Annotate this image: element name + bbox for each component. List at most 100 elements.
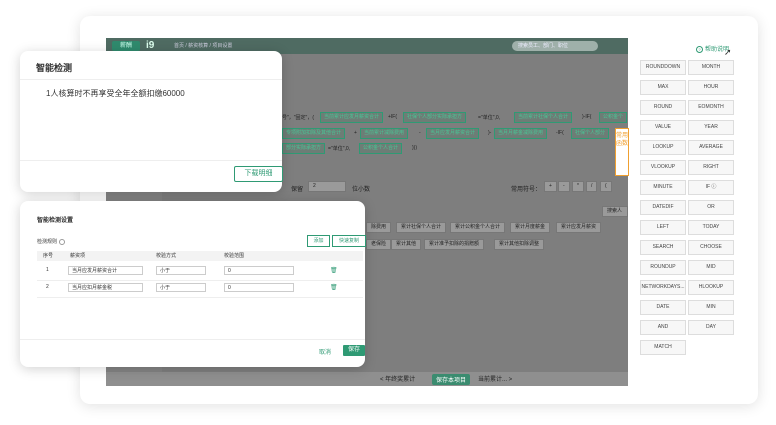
- cancel-button[interactable]: 取消: [319, 347, 331, 356]
- formula-text: +IF(: [388, 114, 398, 120]
- symbol-button[interactable]: /: [586, 181, 598, 192]
- function-button[interactable]: MIN: [688, 300, 734, 315]
- divider: [20, 339, 365, 340]
- formula-chip[interactable]: 当前累计应发月薪资合计: [320, 112, 384, 123]
- function-button[interactable]: HOUR: [688, 80, 734, 95]
- search-input[interactable]: 搜索员工、部门、职位: [512, 41, 598, 51]
- header-index: 序号: [43, 253, 54, 259]
- function-button[interactable]: DATE: [640, 300, 686, 315]
- header-method: 校验方式: [156, 253, 177, 259]
- item-button[interactable]: 累计其他扣除调整: [494, 239, 545, 250]
- formula-text: -IF(: [556, 130, 564, 136]
- decimals-select[interactable]: 2: [308, 181, 346, 192]
- question-icon: ?: [696, 46, 703, 53]
- table-header: [37, 251, 363, 261]
- check-message: 1人核算时不再享受全年全额扣缴60000: [46, 89, 185, 98]
- delete-icon[interactable]: 🗑: [330, 284, 338, 291]
- function-button[interactable]: NETWORKDAYS...: [640, 280, 686, 295]
- formula-chip[interactable]: 当前累计减除费用: [360, 128, 409, 139]
- logo-badge: 薪酬: [112, 41, 140, 51]
- item-button[interactable]: 老保险: [366, 239, 392, 250]
- function-button[interactable]: AVERAGE: [688, 140, 734, 155]
- add-button[interactable]: 添加: [307, 235, 330, 247]
- symbol-button[interactable]: *: [572, 181, 584, 192]
- function-button[interactable]: EOMONTH: [688, 100, 734, 115]
- formula-text: -: [419, 130, 421, 136]
- breadcrumb[interactable]: 首页 / 薪资核算 / 项目设置: [174, 42, 232, 49]
- salary-item-select[interactable]: 当月应扣月薪金税: [68, 283, 143, 292]
- function-button[interactable]: MAX: [640, 80, 686, 95]
- info-icon: [59, 238, 66, 245]
- method-select[interactable]: 小于: [156, 266, 206, 275]
- function-button[interactable]: RIGHT: [688, 160, 734, 175]
- item-button[interactable]: 累计应发月薪资: [556, 222, 602, 233]
- function-button[interactable]: VALUE: [640, 120, 686, 135]
- next-item-link[interactable]: 当前累计... >: [478, 374, 512, 383]
- formula-chip[interactable]: 公积金个人合计: [359, 143, 403, 154]
- function-button[interactable]: YEAR: [688, 120, 734, 135]
- function-button[interactable]: DAY: [688, 320, 734, 335]
- rule-label: 检测规则: [37, 238, 66, 245]
- function-button[interactable]: ROUNDDOWN: [640, 60, 686, 75]
- function-button[interactable]: LEFT: [640, 220, 686, 235]
- decimals-label: 位小数: [352, 187, 371, 193]
- formula-chip[interactable]: 部分实际承担方: [282, 143, 326, 154]
- function-button[interactable]: SEARCH: [640, 240, 686, 255]
- range-input[interactable]: 0: [224, 266, 294, 275]
- formula-chip[interactable]: 当前累计社保个人合计: [514, 112, 573, 123]
- function-button[interactable]: IF ⓘ: [688, 180, 734, 195]
- function-button[interactable]: MONTH: [688, 60, 734, 75]
- item-button[interactable]: 除费用: [366, 222, 392, 233]
- salary-item-select[interactable]: 当月应发月薪资合计: [68, 266, 143, 275]
- symbol-button[interactable]: -: [558, 181, 570, 192]
- function-button[interactable]: MINUTE: [640, 180, 686, 195]
- function-button[interactable]: MID: [688, 260, 734, 275]
- save-button[interactable]: 保存: [343, 345, 365, 356]
- function-button[interactable]: DATEDIF: [640, 200, 686, 215]
- function-button[interactable]: VLOOKUP: [640, 160, 686, 175]
- cursor-icon: ➚: [724, 47, 732, 57]
- formula-chip[interactable]: 当月应发月薪资合计: [426, 128, 480, 139]
- formula-text: )-: [488, 130, 492, 136]
- item-button[interactable]: 累计公积金个人合计: [450, 222, 506, 233]
- item-button[interactable]: 累计社保个人合计: [396, 222, 447, 233]
- function-button[interactable]: HLOOKUP: [688, 280, 734, 295]
- function-button[interactable]: OR: [688, 200, 734, 215]
- function-button[interactable]: ROUNDUP: [640, 260, 686, 275]
- rule-label-text: 检测规则: [37, 239, 58, 245]
- save-project-button[interactable]: 保存本项目: [432, 374, 471, 385]
- formula-chip[interactable]: 社保个人部分: [571, 128, 610, 139]
- row-index: 2: [46, 284, 49, 290]
- formula-chip[interactable]: 社保个人部分实际承担方: [403, 112, 467, 123]
- formula-chip[interactable]: 当月月薪金减除费用: [494, 128, 548, 139]
- prev-item-link[interactable]: < 年终奖累计: [380, 374, 415, 383]
- range-input[interactable]: 0: [224, 283, 294, 292]
- method-select[interactable]: 小于: [156, 283, 206, 292]
- common-symbols-label: 常用符号：: [511, 187, 542, 193]
- item-button[interactable]: 累计准予扣除的捐赠额: [424, 239, 485, 250]
- download-details-button[interactable]: 下载明细: [234, 166, 283, 182]
- formula-chip[interactable]: 公积金个: [599, 112, 628, 123]
- bottom-bar: < 年终奖累计 保存本项目 当前累计... >: [106, 372, 628, 386]
- common-functions-tab[interactable]: 常用函数: [615, 128, 629, 176]
- delete-icon[interactable]: 🗑: [330, 267, 338, 274]
- items-search[interactable]: 搜索人: [602, 206, 628, 217]
- item-button[interactable]: 累计月度薪金: [510, 222, 551, 233]
- item-button[interactable]: 累计其他: [391, 239, 422, 250]
- row-index: 1: [46, 267, 49, 273]
- function-button[interactable]: MATCH: [640, 340, 686, 355]
- symbol-button[interactable]: (: [600, 181, 612, 192]
- formula-chip[interactable]: 专项附加扣除及其他合计: [282, 128, 346, 139]
- function-button[interactable]: TODAY: [688, 220, 734, 235]
- formula-text: ))): [412, 145, 417, 151]
- function-button[interactable]: CHOOSE: [688, 240, 734, 255]
- keep-label: 保留: [291, 187, 304, 193]
- symbol-button[interactable]: +: [544, 181, 557, 192]
- quick-copy-button[interactable]: 快速复制: [332, 235, 366, 247]
- check-settings-dialog: 智能检测设置 检测规则 添加 快速复制 序号 薪资项 校验方式 校验范围 1 当…: [20, 201, 366, 367]
- function-button[interactable]: ROUND: [640, 100, 686, 115]
- divider: [20, 79, 282, 80]
- function-button[interactable]: LOOKUP: [640, 140, 686, 155]
- function-button[interactable]: AND: [640, 320, 686, 335]
- formula-text: ="单位",0,: [328, 146, 351, 152]
